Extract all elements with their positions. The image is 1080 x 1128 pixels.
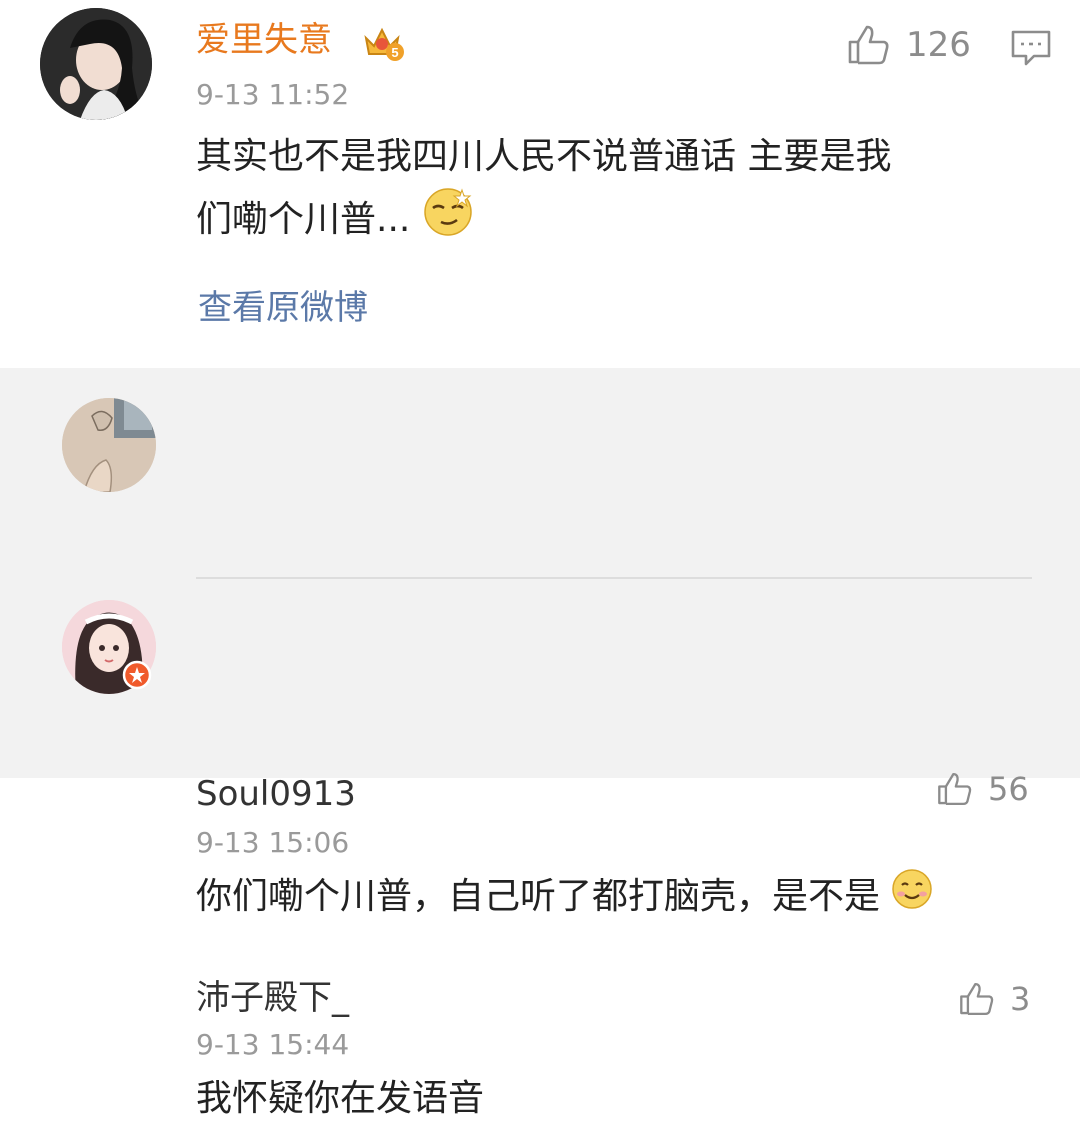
like-button[interactable]: 126 (846, 22, 971, 68)
comment-text-line2-row: 们嘞个川普... (196, 186, 1036, 256)
reply-timestamp: 9-13 15:06 (196, 826, 350, 859)
thumbs-up-icon (958, 980, 996, 1018)
comment-text-line2: 们嘞个川普... (196, 199, 411, 240)
crown-badge-icon: 5 (362, 22, 404, 62)
reply-like-button[interactable]: 56 (936, 770, 1029, 808)
reply-username[interactable]: Soul0913 (196, 774, 356, 814)
verified-badge-icon (122, 660, 152, 690)
timestamp: 9-13 11:52 (196, 78, 350, 111)
reply-avatar[interactable] (62, 398, 156, 492)
comment-text-line1: 其实也不是我四川人民不说普通话 主要是我 (196, 136, 892, 177)
reply-timestamp: 9-13 15:44 (196, 1028, 350, 1061)
view-original-weibo-link[interactable]: 查看原微博 (198, 288, 368, 328)
reply-like-count: 3 (1010, 980, 1031, 1018)
main-comment: 爱里失意 5 9-13 11:52 126 其实也不是我四川人民不说普通话 主要… (0, 0, 1080, 368)
reply-like-button[interactable]: 3 (958, 980, 1030, 1018)
badge-level: 5 (391, 45, 398, 60)
reply-text: 我怀疑你在发语音 (196, 1078, 485, 1119)
reply-text-row: 你们嘞个川普，自己听了都打脑壳，是不是 (196, 868, 933, 928)
comment-icon[interactable] (1010, 28, 1052, 72)
replies-section: Soul0913 9-13 15:06 你们嘞个川普，自己听了都打脑壳，是不是 (0, 368, 1080, 1119)
user-avatar[interactable] (40, 8, 152, 120)
thumbs-up-icon (846, 22, 892, 68)
reply-username[interactable]: 沛子殿下_ (196, 978, 349, 1018)
comment-text: 其实也不是我四川人民不说普通话 主要是我 们嘞个川普... (196, 128, 1036, 256)
like-count: 126 (906, 25, 971, 65)
reply-divider (196, 577, 1032, 579)
smile-emoji-icon (891, 868, 933, 928)
thumbs-up-icon (936, 770, 974, 808)
reply-text: 你们嘞个川普，自己听了都打脑壳，是不是 (196, 876, 881, 917)
reply-like-count: 56 (988, 770, 1029, 808)
username[interactable]: 爱里失意 (196, 20, 332, 60)
smug-face-emoji-icon (422, 186, 474, 256)
